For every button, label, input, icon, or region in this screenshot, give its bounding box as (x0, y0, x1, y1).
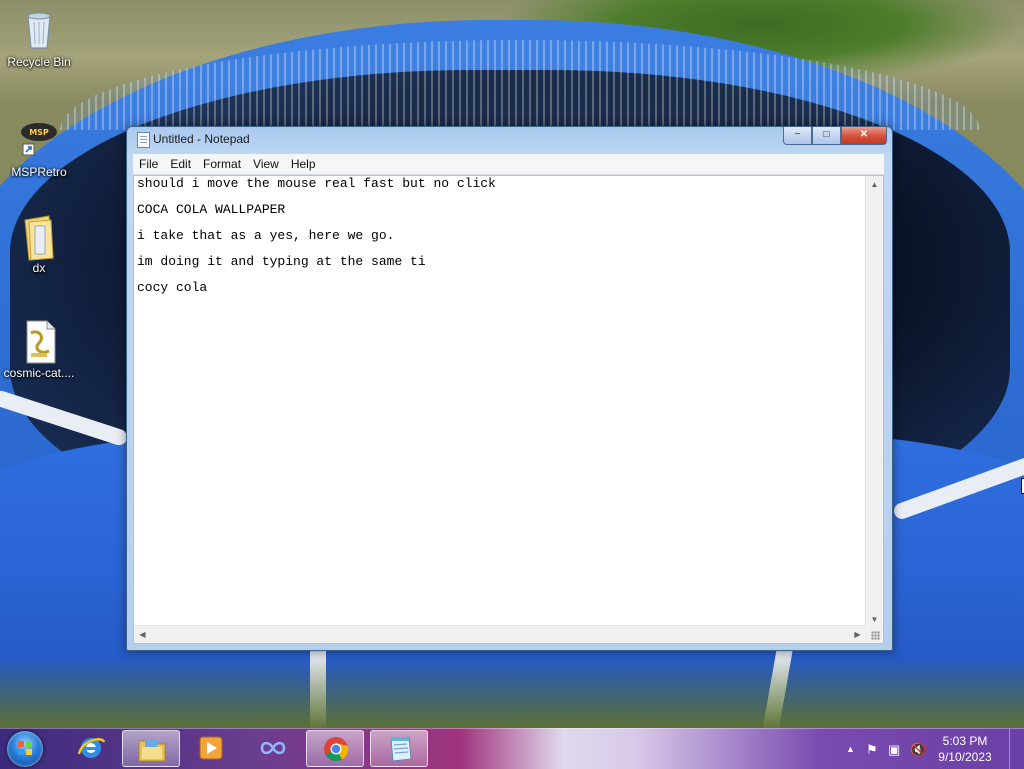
caption-buttons: − □ ✕ (783, 127, 887, 145)
action-center-flag-icon[interactable]: ⚑ (866, 742, 878, 758)
window-title: Untitled - Notepad (153, 132, 250, 146)
taskbar: ▲ ⚑ ▣ 🔇 5:03 PM 9/10/2023 (0, 728, 1024, 769)
folder-icon (19, 214, 59, 261)
system-tray: ▲ ⚑ ▣ 🔇 5:03 PM 9/10/2023 (844, 729, 1024, 769)
menu-view[interactable]: View (247, 154, 285, 174)
desktop-icon-cosmic-cat[interactable]: cosmic-cat.... (1, 319, 77, 380)
windows-logo-icon (7, 731, 43, 767)
vertical-scrollbar[interactable]: ▲ ▼ (865, 176, 883, 628)
taskbar-file-explorer[interactable] (122, 730, 180, 767)
title-bar[interactable]: Untitled - Notepad − □ ✕ (127, 127, 892, 153)
text-line: should i move the mouse real fast but no… (137, 176, 496, 191)
desktop-icon-msp-retro[interactable]: MSP MSPRetro (1, 118, 77, 179)
desktop-icon-label: Recycle Bin (7, 55, 71, 69)
menu-edit[interactable]: Edit (164, 154, 197, 174)
taskbar-infinity-app[interactable] (244, 730, 302, 767)
scroll-right-arrow-icon[interactable]: ▶ (849, 626, 866, 643)
notepad-window[interactable]: Untitled - Notepad − □ ✕ File Edit Forma… (126, 126, 893, 651)
desktop-icon-label: dx (32, 261, 46, 275)
clock-date: 9/10/2023 (938, 750, 992, 764)
text-line: i take that as a yes, here we go. (137, 228, 395, 243)
desktop-icon-dx[interactable]: dx (1, 214, 77, 275)
taskbar-chrome[interactable] (306, 730, 364, 767)
recycle-bin-icon (19, 8, 59, 52)
close-button[interactable]: ✕ (841, 127, 887, 145)
menu-format[interactable]: Format (197, 154, 247, 174)
text-line: COCA COLA WALLPAPER (137, 202, 286, 217)
media-player-icon (196, 734, 226, 762)
scroll-left-arrow-icon[interactable]: ◀ (134, 626, 151, 643)
taskbar-ie[interactable] (62, 730, 120, 767)
desktop-icon-label: cosmic-cat.... (3, 366, 75, 380)
minimize-button[interactable]: − (783, 127, 812, 145)
wallpaper-grass (0, 640, 1024, 728)
volume-muted-icon[interactable]: 🔇 (910, 742, 926, 758)
desktop-icon-label: MSPRetro (11, 165, 67, 179)
clock[interactable]: 5:03 PM 9/10/2023 (930, 733, 1000, 765)
text-editor[interactable]: should i move the mouse real fast but no… (137, 176, 867, 626)
file-explorer-icon (137, 735, 167, 763)
infinity-app-icon (258, 734, 288, 762)
taskbar-media-player[interactable] (182, 730, 240, 767)
menu-file[interactable]: File (133, 154, 164, 174)
show-desktop-button[interactable] (1009, 729, 1024, 769)
resize-grip-icon[interactable] (866, 626, 883, 643)
taskbar-notepad[interactable] (370, 730, 428, 767)
desktop-icon-recycle-bin[interactable]: Recycle Bin (1, 8, 77, 69)
msp-retro-icon: MSP (19, 118, 59, 162)
text-line: cocy cola (137, 280, 208, 295)
menu-bar: File Edit Format View Help (133, 154, 884, 175)
show-hidden-icons-icon[interactable]: ▲ (846, 744, 855, 754)
start-button[interactable] (4, 730, 44, 768)
internet-explorer-icon (76, 734, 106, 762)
wallpaper-pool-net (60, 40, 980, 130)
horizontal-scrollbar[interactable]: ◀ ▶ (134, 625, 866, 643)
script-file-icon (19, 319, 59, 364)
svg-text:MSP: MSP (29, 128, 49, 137)
editor-area[interactable]: should i move the mouse real fast but no… (133, 175, 884, 644)
chrome-icon (321, 735, 351, 763)
notepad-app-icon (137, 132, 150, 148)
scroll-up-arrow-icon[interactable]: ▲ (866, 176, 883, 193)
maximize-button[interactable]: □ (812, 127, 841, 145)
network-icon[interactable]: ▣ (888, 742, 900, 758)
menu-help[interactable]: Help (285, 154, 322, 174)
notepad-icon (385, 735, 415, 763)
text-line: im doing it and typing at the same ti (137, 254, 426, 269)
clock-time: 5:03 PM (942, 734, 988, 748)
